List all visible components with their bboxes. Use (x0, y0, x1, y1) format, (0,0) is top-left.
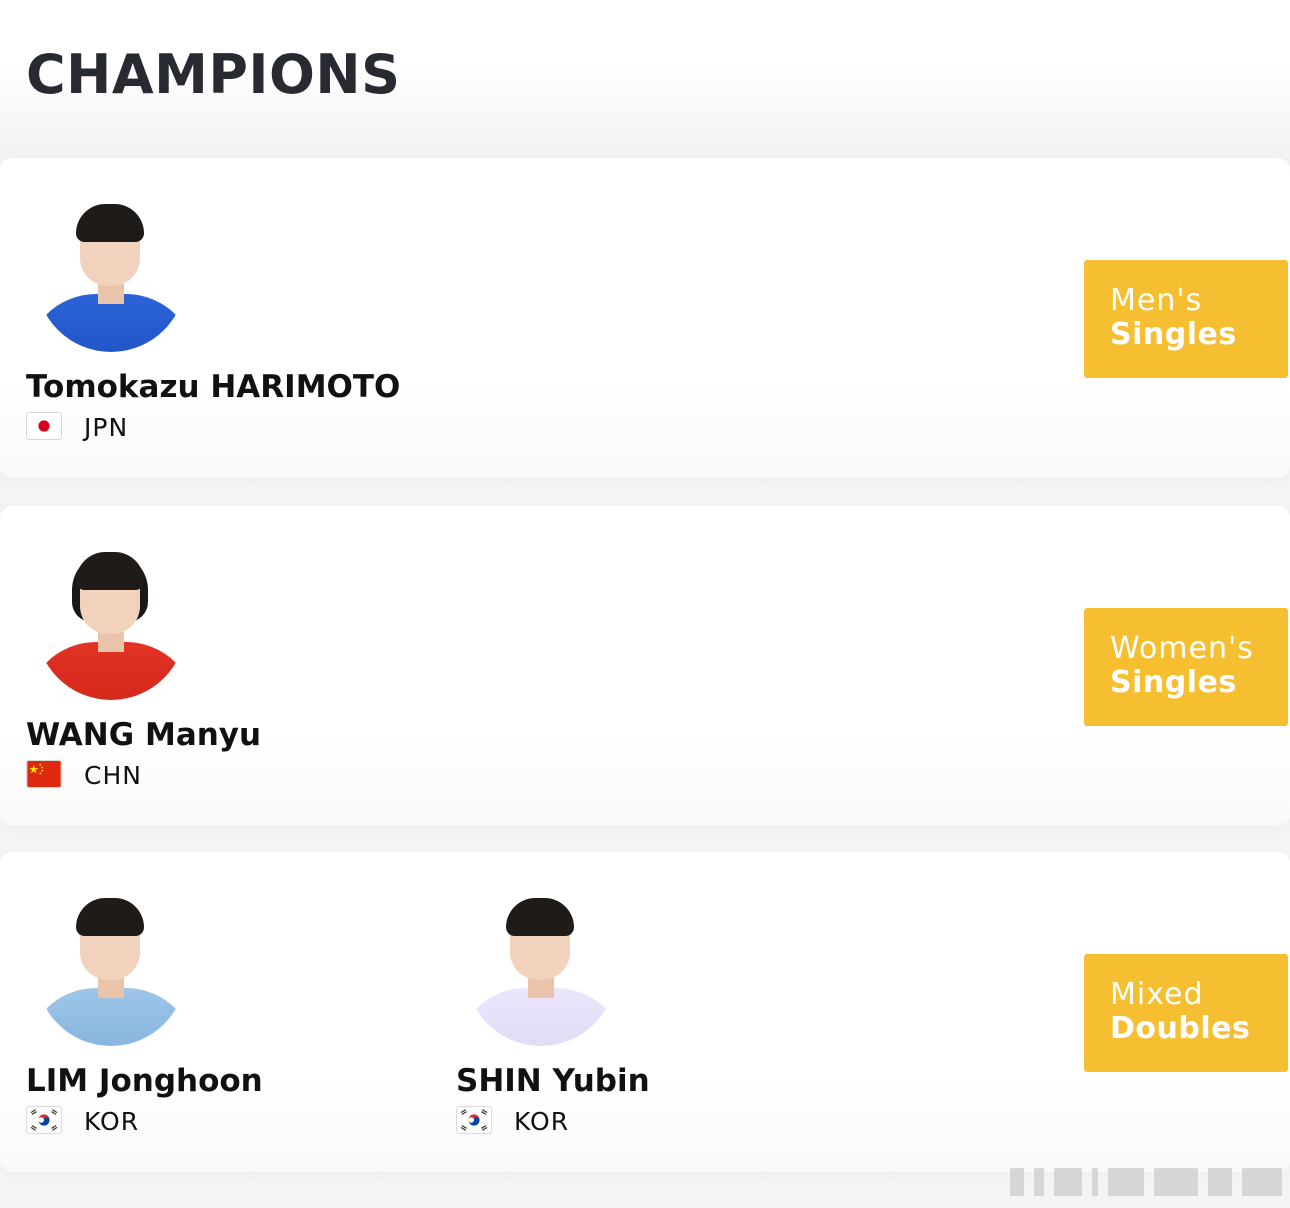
country-code: JPN (84, 413, 129, 442)
champion-card-womens-singles[interactable]: WANG Manyu CHN Women's Singles (0, 506, 1290, 826)
china-flag-icon (26, 760, 62, 788)
event-badge: Women's Singles (1084, 608, 1288, 726)
event-badge: Men's Singles (1084, 260, 1288, 378)
japan-flag-icon (26, 412, 62, 440)
event-label: Mixed (1110, 977, 1204, 1012)
champion-card-mens-singles[interactable]: Tomokazu HARIMOTO JPN Men's Singles (0, 158, 1290, 478)
event-label: Women's (1110, 631, 1254, 666)
player-entry[interactable]: Tomokazu HARIMOTO JPN (0, 158, 430, 478)
event-label: Men's (1110, 283, 1203, 318)
country-code: KOR (84, 1107, 140, 1136)
country-code: CHN (84, 761, 142, 790)
player-name[interactable]: WANG Manyu (26, 716, 261, 754)
player-entry[interactable]: LIM Jonghoon KOR (0, 852, 430, 1172)
korea-flag-icon (456, 1106, 492, 1134)
event-type: Singles (1110, 317, 1237, 352)
champion-card-mixed-doubles[interactable]: LIM Jonghoon KOR SHIN Yubin KOR Mixed Do… (0, 852, 1290, 1172)
event-type: Doubles (1110, 1011, 1251, 1046)
player-name[interactable]: SHIN Yubin (456, 1062, 650, 1100)
player-name[interactable]: LIM Jonghoon (26, 1062, 263, 1100)
player-photo (36, 886, 186, 1046)
page-title: CHAMPIONS (26, 43, 401, 106)
player-photo (466, 886, 616, 1046)
player-entry[interactable]: SHIN Yubin KOR (430, 852, 860, 1172)
player-photo (36, 192, 186, 352)
player-entry[interactable]: WANG Manyu CHN (0, 506, 430, 826)
player-name[interactable]: Tomokazu HARIMOTO (26, 368, 400, 406)
korea-flag-icon (26, 1106, 62, 1134)
player-photo (36, 540, 186, 700)
event-badge: Mixed Doubles (1084, 954, 1288, 1072)
event-type: Singles (1110, 665, 1237, 700)
country-code: KOR (514, 1107, 570, 1136)
watermark (1010, 1160, 1282, 1196)
